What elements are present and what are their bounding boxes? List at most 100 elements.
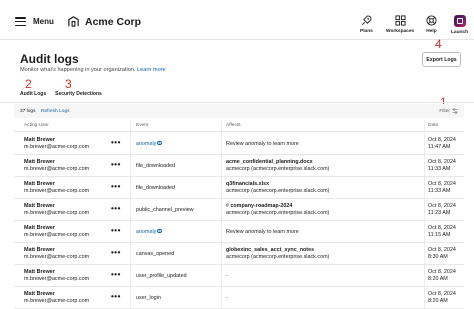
filter-icon [452,108,458,114]
event-link[interactable]: anomaly [136,141,156,147]
top-bar: Menu Acme Corp Plans Workspaces Help Lau… [0,0,474,40]
nav-plans[interactable]: Plans [360,15,373,34]
header-acting-user: Acting User [24,123,49,128]
info-icon[interactable]: i [157,140,162,146]
event-name: user_login [136,294,161,301]
affects-title[interactable]: company-roadmap-2024 [230,203,292,209]
table-row[interactable]: Matt Brewer m.brewer@acme-corp.com ••• fi… [14,177,464,199]
nav-launch[interactable]: Launch [451,15,468,35]
refresh-logs-link[interactable]: Refresh Logs [41,109,70,114]
page-subtitle: Monitor what's happening in your organiz… [20,67,166,73]
annotation-3: 3 [65,77,72,91]
user-name: Matt Brewer [24,159,55,165]
table-row[interactable]: Matt Brewer m.brewer@acme-corp.com ••• us… [14,265,464,287]
log-time: 8:20 AM [428,276,448,282]
event-name: user_profile_updated [136,272,187,279]
event-name: public_channel_preview [136,206,194,213]
user-email: m.brewer@acme-corp.com [24,144,90,150]
row-actions-button[interactable]: ••• [111,204,121,213]
log-date: Oct 8, 2024 [428,291,456,297]
user-email: m.brewer@acme-corp.com [24,254,90,260]
header-event: Event [136,123,149,128]
annotation-2: 2 [25,77,32,91]
row-actions-button[interactable]: ••• [111,248,121,257]
log-time: 11:23 AM [428,210,451,216]
affects-workspace: acmecorp (acmecorp.enterprise.slack.com) [226,254,330,260]
affects-text: Review anomaly to learn more [226,228,299,235]
tabs-divider [0,102,474,103]
user-name: Matt Brewer [24,269,55,275]
user-name: Matt Brewer [24,137,55,143]
affects-workspace: acmecorp (acmecorp.enterprise.slack.com) [226,166,330,172]
affects-title[interactable]: globexinc_sales_acct_sync_notes [226,247,314,253]
user-email: m.brewer@acme-corp.com [24,232,90,238]
nav-launch-label: Launch [451,30,469,35]
affects-text: - [226,272,228,279]
log-date: Oct 8, 2024 [428,247,456,253]
log-date: Oct 8, 2024 [428,269,456,275]
user-name: Matt Brewer [24,225,55,231]
log-time: 11:33 AM [428,188,451,194]
log-date: Oct 8, 2024 [428,203,456,209]
menu-button[interactable]: Menu [15,17,54,26]
info-icon[interactable]: i [157,228,162,234]
user-name: Matt Brewer [24,247,55,253]
user-email: m.brewer@acme-corp.com [24,298,90,304]
user-email: m.brewer@acme-corp.com [24,166,90,172]
event-name: file_downloaded [136,162,175,169]
table-row[interactable]: Matt Brewer m.brewer@acme-corp.com ••• an… [14,221,464,243]
user-email: m.brewer@acme-corp.com [24,188,90,194]
help-icon [426,15,437,26]
annotation-4: 4 [435,37,442,51]
header-affects: Affects [226,123,241,128]
table-row[interactable]: Matt Brewer m.brewer@acme-corp.com ••• ca… [14,243,464,265]
channel-icon: # [226,203,229,209]
log-count: 37 logs [20,108,36,114]
user-email: m.brewer@acme-corp.com [24,210,90,216]
event-name: file_downloaded [136,184,175,191]
nav-workspaces[interactable]: Workspaces [386,15,414,34]
event-name: canvas_opened [136,250,175,257]
log-time: 11:47 AM [428,144,451,150]
log-date: Oct 8, 2024 [428,181,456,187]
rocket-icon [361,15,372,25]
log-time: 11:15 AM [428,232,451,238]
user-email: m.brewer@acme-corp.com [24,276,90,282]
log-time: 8:30 AM [428,254,448,260]
affects-title[interactable]: q3financials.xlsx [226,181,269,187]
row-actions-button[interactable]: ••• [111,226,121,235]
filter-button[interactable]: Filter [439,108,458,114]
affects-workspace: acmecorp (acmecorp.enterprise.slack.com) [226,188,330,194]
user-name: Matt Brewer [24,291,55,297]
row-actions-button[interactable]: ••• [111,160,121,169]
affects-title[interactable]: acme_confidential_planning.docx [226,159,313,165]
nav-plans-label: Plans [360,29,373,34]
affects-text: - [226,294,228,301]
workspace-name: Acme Corp [85,15,142,28]
log-time: 11:33 AM [428,166,451,172]
table-header: Acting User Event Affects Date [14,120,464,132]
export-logs-button[interactable]: Export Logs [422,52,461,67]
launch-icon [453,15,466,27]
learn-more-link[interactable]: Learn more [137,67,166,73]
grid-icon [395,15,406,26]
workspace-switcher[interactable]: Acme Corp [67,15,141,28]
event-link[interactable]: anomaly [136,229,156,235]
table-row[interactable]: Matt Brewer m.brewer@acme-corp.com ••• fi… [14,155,464,177]
subtitle-text: Monitor what's happening in your organiz… [20,67,136,73]
table-row[interactable]: Matt Brewer m.brewer@acme-corp.com ••• an… [14,133,464,155]
page-title: Audit logs [20,52,79,66]
row-actions-button[interactable]: ••• [111,292,121,301]
filter-label: Filter [439,108,450,114]
table-row[interactable]: Matt Brewer m.brewer@acme-corp.com ••• pu… [14,199,464,221]
user-name: Matt Brewer [24,203,55,209]
table-row[interactable]: Matt Brewer m.brewer@acme-corp.com ••• us… [14,287,464,309]
logs-toolbar: 37 logs Refresh Logs Filter [14,104,464,118]
row-actions-button[interactable]: ••• [111,182,121,191]
row-actions-button[interactable]: ••• [111,270,121,279]
user-name: Matt Brewer [24,181,55,187]
menu-label: Menu [33,17,54,26]
nav-help[interactable]: Help [426,15,437,34]
row-actions-button[interactable]: ••• [111,138,121,147]
building-icon [68,16,79,27]
